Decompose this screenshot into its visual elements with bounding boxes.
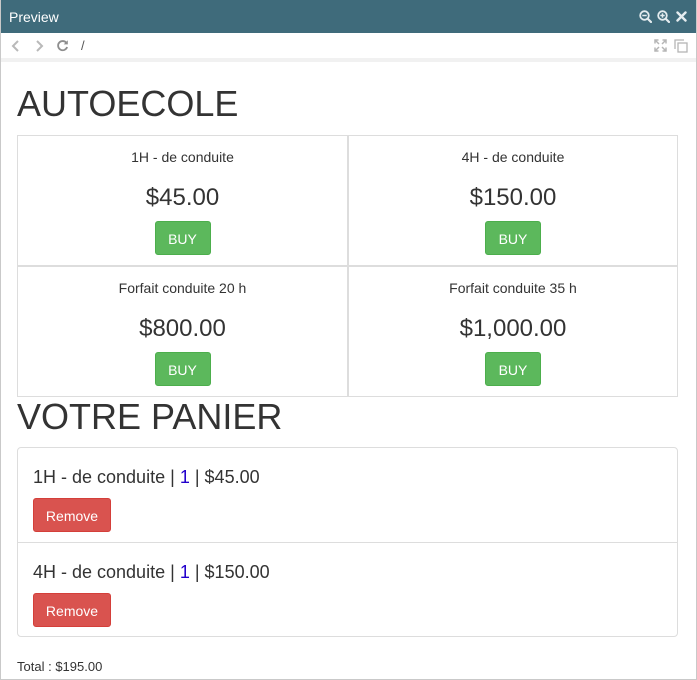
cart-separator: | <box>170 562 175 582</box>
window-titlebar: Preview <box>1 0 696 33</box>
cart-separator: | <box>170 467 175 487</box>
product-name: 4H - de conduite <box>461 149 565 165</box>
product-name: 1H - de conduite <box>131 149 234 165</box>
refresh-icon[interactable] <box>55 39 69 53</box>
cart-item: 4H - de conduite | 1 | $150.00 Remove <box>18 542 677 636</box>
cart-list: 1H - de conduite | 1 | $45.00 Remove 4H … <box>17 447 678 637</box>
cart-separator: | <box>194 562 200 582</box>
product-card: Forfait conduite 20 h $800.00 BUY <box>17 266 348 397</box>
cart-item: 1H - de conduite | 1 | $45.00 Remove <box>18 448 677 542</box>
expand-icon[interactable] <box>653 39 667 53</box>
window-controls <box>638 9 689 24</box>
zoom-in-icon[interactable] <box>656 9 671 24</box>
buy-button[interactable]: BUY <box>485 352 541 386</box>
preview-window: Preview / AUTOECOLE 1H - de conduite $45… <box>0 0 697 680</box>
buy-button[interactable]: BUY <box>154 221 211 255</box>
shop-title: AUTOECOLE <box>17 83 239 124</box>
nav-buttons <box>9 39 69 53</box>
cart-item-price: $45.00 <box>204 467 260 487</box>
buy-button[interactable]: BUY <box>154 352 211 386</box>
cart-item-name: 4H - de conduite <box>33 562 166 582</box>
product-card: 4H - de conduite $150.00 BUY <box>348 135 678 266</box>
product-card: 1H - de conduite $45.00 BUY <box>17 135 348 266</box>
buy-button[interactable]: BUY <box>485 221 541 255</box>
zoom-out-icon[interactable] <box>638 9 653 24</box>
toolbar-right <box>653 38 688 53</box>
product-price: $45.00 <box>145 184 220 211</box>
browser-toolbar: / <box>1 33 696 62</box>
product-name: Forfait conduite 20 h <box>118 280 247 296</box>
url-field[interactable]: / <box>81 38 653 53</box>
product-price: $150.00 <box>469 184 557 211</box>
remove-button[interactable]: Remove <box>33 498 111 532</box>
total-value: $195.00 <box>55 659 103 674</box>
cart-separator: | <box>194 467 200 487</box>
page-content: AUTOECOLE 1H - de conduite $45.00 BUY 4H… <box>1 66 696 680</box>
window-title: Preview <box>9 8 59 25</box>
cart-item-name: 1H - de conduite <box>33 467 166 487</box>
product-card: Forfait conduite 35 h $1,000.00 BUY <box>348 266 678 397</box>
cart-item-line: 1H - de conduite | 1 | $45.00 <box>33 466 662 488</box>
cart-item-line: 4H - de conduite | 1 | $150.00 <box>33 561 662 583</box>
cart-total: Total : $195.00 <box>17 659 680 674</box>
cart-item-price: $150.00 <box>204 562 270 582</box>
product-price: $1,000.00 <box>459 315 567 342</box>
back-icon[interactable] <box>9 39 23 53</box>
remove-button[interactable]: Remove <box>33 593 111 627</box>
cart-item-qty: 1 <box>179 467 190 487</box>
cart-item-qty: 1 <box>179 562 190 582</box>
product-name: Forfait conduite 35 h <box>449 280 577 296</box>
popout-icon[interactable] <box>674 38 688 53</box>
product-price: $800.00 <box>139 315 226 342</box>
product-grid: 1H - de conduite $45.00 BUY 4H - de cond… <box>17 135 678 397</box>
forward-icon[interactable] <box>32 39 46 53</box>
cart-title: VOTRE PANIER <box>17 396 283 437</box>
total-label: Total : <box>17 659 52 674</box>
close-icon[interactable] <box>674 9 689 24</box>
